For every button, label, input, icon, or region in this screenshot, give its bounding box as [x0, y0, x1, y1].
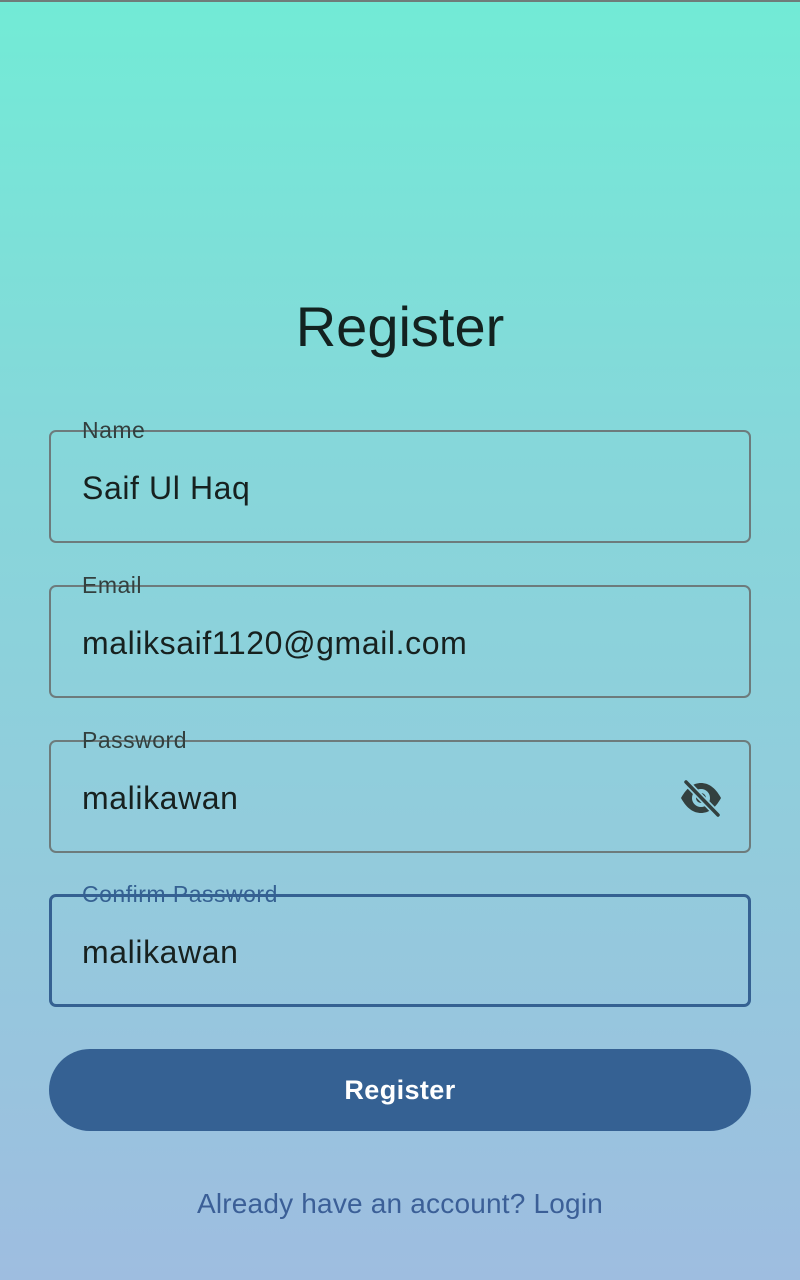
name-field-value[interactable]: Saif Ul Haq	[82, 468, 250, 508]
email-field[interactable]: Email maliksaif1120@gmail.com	[49, 572, 751, 698]
confirm-password-field-label: Confirm Password	[82, 881, 278, 907]
page-title: Register	[295, 295, 505, 358]
eye-off-icon[interactable]	[677, 776, 725, 820]
email-field-value[interactable]: maliksaif1120@gmail.com	[82, 623, 467, 663]
status-bar-divider	[0, 0, 800, 2]
password-field[interactable]: Password malikawan	[49, 727, 751, 853]
register-button[interactable]: Register	[49, 1049, 751, 1131]
login-link[interactable]: Already have an account? Login	[0, 1186, 800, 1222]
name-field-label: Name	[82, 417, 146, 443]
email-field-label: Email	[82, 572, 143, 598]
confirm-password-field[interactable]: Confirm Password malikawan	[49, 881, 751, 1007]
password-field-label: Password	[82, 727, 187, 753]
password-field-value[interactable]: malikawan	[82, 778, 239, 818]
name-field[interactable]: Name Saif Ul Haq	[49, 417, 751, 543]
confirm-password-field-value[interactable]: malikawan	[82, 932, 239, 972]
